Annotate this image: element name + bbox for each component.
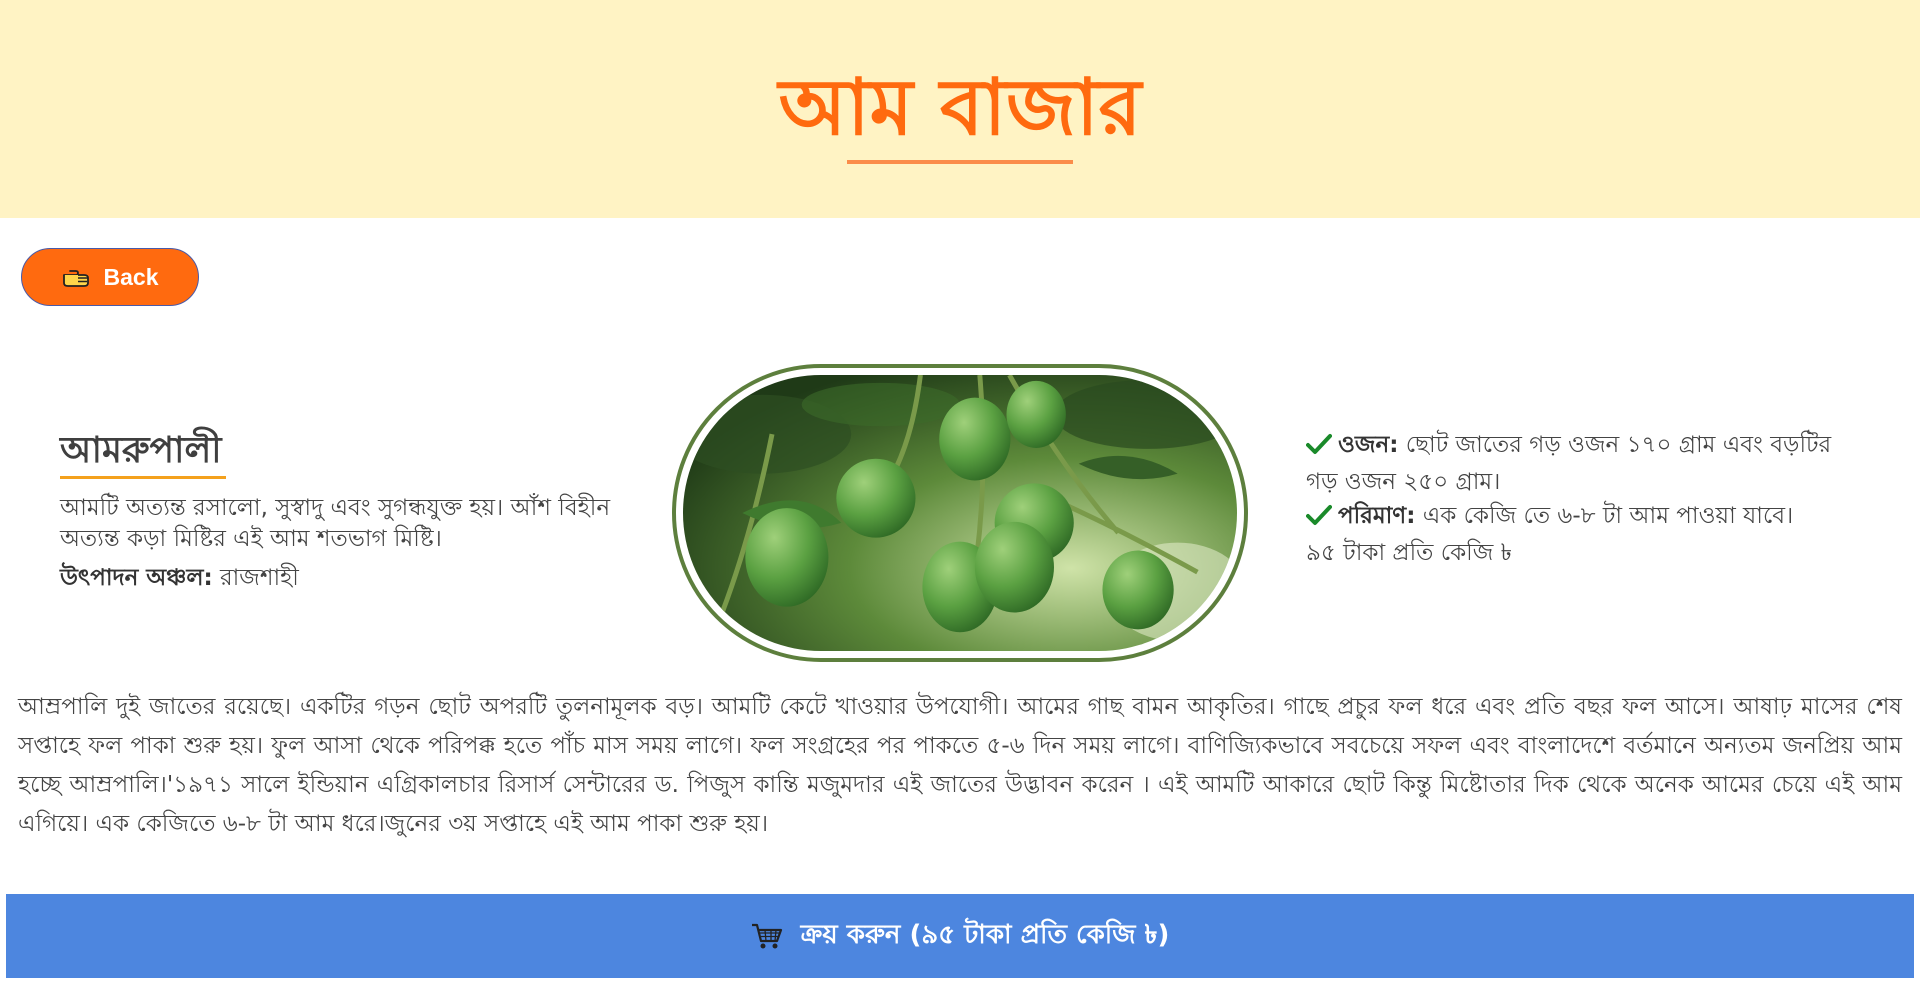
spec-quantity: পরিমাণ: এক কেজি তে ৬-৮ টা আম পাওয়া যাবে… bbox=[1306, 499, 1866, 536]
buy-button[interactable]: ক্রয় করুন (৯৫ টাকা প্রতি কেজি ৳) bbox=[6, 894, 1914, 978]
quantity-label: পরিমাণ: bbox=[1338, 503, 1416, 529]
back-button[interactable]: Back bbox=[21, 248, 199, 306]
checkmark-icon bbox=[1306, 502, 1332, 536]
site-title: আম বাজার bbox=[778, 62, 1142, 153]
buy-button-label: ক্রয় করুন (৯৫ টাকা প্রতি কেজি ৳) bbox=[800, 920, 1170, 950]
header-banner: আম বাজার bbox=[0, 0, 1920, 218]
origin-label: উৎপাদন অঞ্চল: bbox=[60, 565, 213, 591]
title-underline bbox=[847, 160, 1073, 164]
spec-weight: ওজন: ছোট জাতের গড় ওজন ১৭০ গ্রাম এবং বড়… bbox=[1306, 428, 1866, 499]
checkmark-icon bbox=[1306, 431, 1332, 465]
product-description: আম্রপালি দুই জাতের রয়েছে। একটির গড়ন ছো… bbox=[18, 694, 1902, 837]
origin-value: রাজশাহী bbox=[219, 565, 299, 591]
product-image-frame bbox=[672, 364, 1248, 662]
quantity-value: এক কেজি তে ৬-৮ টা আম পাওয়া যাবে। bbox=[1422, 503, 1794, 529]
product-summary: আমরুপালী আমটি অত্যন্ত রসালো, সুস্বাদু এব… bbox=[60, 424, 620, 594]
back-button-label: Back bbox=[103, 263, 159, 290]
product-short-description: আমটি অত্যন্ত রসালো, সুস্বাদু এবং সুগন্ধয… bbox=[60, 495, 611, 552]
product-name: আমরুপালী bbox=[60, 424, 226, 479]
pointing-hand-icon bbox=[62, 266, 92, 288]
shopping-cart-icon bbox=[751, 922, 783, 950]
mango-photo bbox=[683, 375, 1237, 651]
product-origin: উৎপাদন অঞ্চল: রাজশাহী bbox=[60, 563, 620, 594]
price-text: ৯৫ টাকা প্রতি কেজি ৳ bbox=[1306, 540, 1513, 566]
weight-label: ওজন: bbox=[1338, 432, 1399, 458]
product-specs: ওজন: ছোট জাতের গড় ওজন ১৭০ গ্রাম এবং বড়… bbox=[1306, 428, 1866, 570]
